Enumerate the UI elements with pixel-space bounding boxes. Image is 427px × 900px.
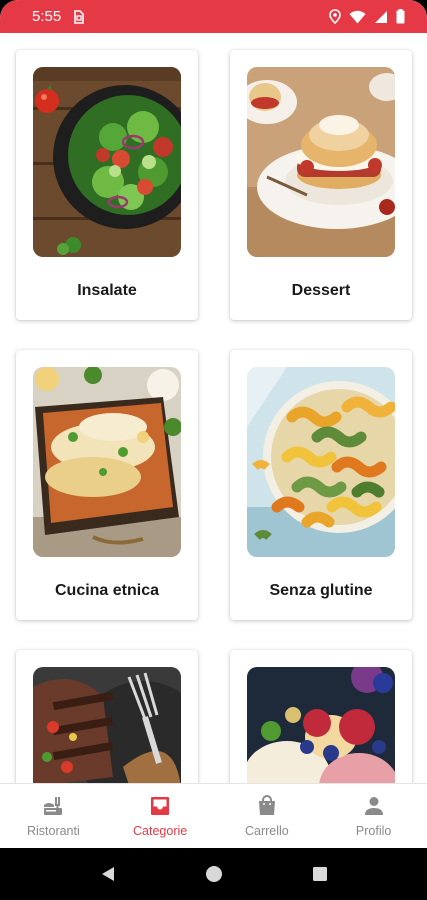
sim-icon — [74, 9, 85, 24]
app-screen: 5:55 Insalate Dessert Cucina etnica Senz… — [0, 0, 427, 848]
category-label: Cucina etnica — [54, 582, 160, 599]
fusilli-pasta-image — [247, 367, 395, 557]
status-time: 5:55 — [32, 8, 62, 25]
nav-item-profilo[interactable]: Profilo — [320, 784, 427, 848]
category-card-senza-glutine[interactable]: Senza glutine — [230, 350, 412, 620]
grilled-steak-image — [33, 667, 181, 783]
wifi-icon — [349, 10, 366, 23]
recents-icon[interactable] — [311, 865, 329, 883]
category-card-cucina-etnica[interactable]: Cucina etnica — [16, 350, 198, 620]
salad-image — [33, 67, 181, 257]
category-card-dessert[interactable]: Dessert — [230, 50, 412, 320]
nav-label: Ristoranti — [26, 824, 80, 838]
category-label: Insalate — [77, 282, 137, 299]
bottom-navigation: Ristoranti Categorie Carrello Profilo — [0, 783, 427, 848]
nav-label: Profilo — [355, 824, 392, 838]
home-icon[interactable] — [205, 865, 223, 883]
status-bar: 5:55 — [0, 0, 427, 33]
system-navigation-bar — [0, 848, 427, 900]
ice-cream-berries-image — [247, 667, 395, 783]
nav-item-carrello[interactable]: Carrello — [214, 784, 321, 848]
category-card[interactable] — [230, 650, 412, 783]
restaurant-icon — [44, 797, 63, 815]
inbox-icon — [151, 797, 170, 815]
nav-item-categorie[interactable]: Categorie — [107, 784, 214, 848]
nav-item-ristoranti[interactable]: Ristoranti — [0, 784, 107, 848]
shopping-bag-icon — [258, 795, 275, 815]
battery-icon — [396, 9, 405, 24]
category-label: Dessert — [291, 282, 351, 299]
signal-icon — [375, 10, 387, 23]
back-icon[interactable] — [99, 865, 117, 883]
location-icon — [329, 9, 341, 24]
category-card[interactable] — [16, 650, 198, 783]
person-icon — [364, 797, 383, 815]
category-card-insalate[interactable]: Insalate — [16, 50, 198, 320]
enchilada-image — [33, 367, 181, 557]
category-label: Senza glutine — [269, 582, 373, 599]
dessert-image — [247, 67, 395, 257]
nav-label: Carrello — [244, 824, 289, 838]
category-grid: Insalate Dessert Cucina etnica Senza glu… — [0, 33, 427, 783]
nav-label: Categorie — [133, 824, 188, 838]
